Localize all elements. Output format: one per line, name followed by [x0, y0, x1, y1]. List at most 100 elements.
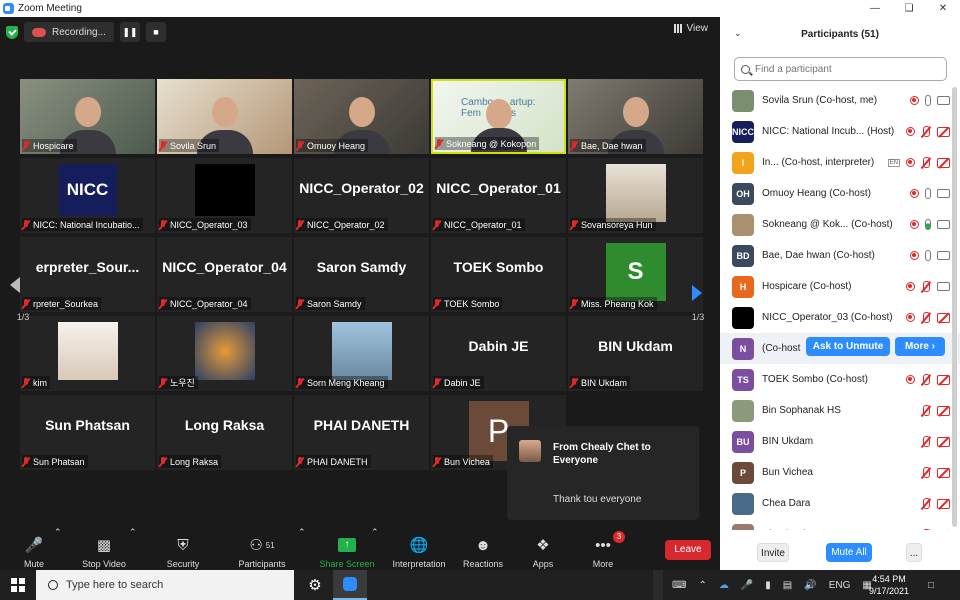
microphone-muted-icon[interactable]	[921, 466, 931, 479]
participant-search[interactable]	[734, 57, 947, 81]
language-indicator[interactable]: ENG	[829, 580, 851, 591]
video-tile[interactable]: Long Raksa Long Raksa	[157, 395, 292, 470]
microphone-muted-icon[interactable]	[921, 280, 931, 293]
video-tile[interactable]: Omuoy Heang	[294, 79, 429, 154]
windows-start-icon[interactable]	[11, 578, 25, 592]
microphone-icon[interactable]	[925, 188, 931, 199]
mute-button[interactable]: 🎤 Mute	[16, 527, 52, 570]
next-page-arrow-icon[interactable]	[692, 285, 702, 301]
video-tile[interactable]: Saron Samdy Saron Samdy	[294, 237, 429, 312]
participant-row[interactable]: H Hospicare (Co-host)	[720, 271, 960, 302]
video-camera-off-icon[interactable]	[937, 467, 950, 478]
tray-chevron-icon[interactable]: ⌃	[698, 580, 706, 591]
leave-button[interactable]: Leave	[665, 540, 711, 560]
participant-row[interactable]: I In... (Co-host, interpreter) EN	[720, 147, 960, 178]
view-button[interactable]: View	[673, 23, 708, 34]
video-tile[interactable]: TOEK Sombo TOEK Sombo	[431, 237, 566, 312]
microphone-icon[interactable]	[925, 95, 931, 106]
apps-button[interactable]: ❖ Apps	[528, 527, 558, 570]
previous-page-arrow-icon[interactable]	[10, 277, 20, 293]
video-camera-off-icon[interactable]	[937, 405, 950, 416]
participant-search-input[interactable]	[755, 63, 935, 75]
video-tile[interactable]: erpreter_Sour... rpreter_Sourkea	[20, 237, 155, 312]
notification-center-icon[interactable]: □	[928, 570, 934, 600]
video-tile[interactable]: Sovila Srun	[157, 79, 292, 154]
video-tile[interactable]: NICC_Operator_04 NICC_Operator_04	[157, 237, 292, 312]
participants-button[interactable]: ⚇ 51 Participants	[234, 527, 290, 570]
video-tile[interactable]: NICC_Operator_02 NICC_Operator_02	[294, 158, 429, 233]
microphone-muted-icon[interactable]	[921, 311, 931, 324]
reactions-button[interactable]: ☻ Reactions	[460, 527, 506, 570]
taskbar-search[interactable]: Type here to search	[36, 570, 294, 600]
collapse-chevron-icon[interactable]: ⌄	[734, 28, 742, 39]
video-tile[interactable]: NICC_Operator_03	[157, 158, 292, 233]
video-camera-off-icon[interactable]	[937, 126, 950, 137]
video-camera-off-icon[interactable]	[937, 498, 950, 509]
ask-to-unmute-button[interactable]: Ask to Unmute	[806, 337, 890, 356]
interpretation-button[interactable]: 🌐 Interpretation	[388, 527, 450, 570]
invite-button[interactable]: Invite	[757, 543, 789, 562]
volume-icon[interactable]: 🔊	[804, 580, 816, 591]
chat-notification[interactable]: From Chealy Chet to Everyone Thank tou e…	[507, 426, 699, 520]
pause-recording-button[interactable]: ❚❚	[119, 22, 140, 42]
share-screen-button[interactable]: ↑ Share Screen	[318, 527, 376, 570]
microphone-muted-icon[interactable]	[921, 156, 931, 169]
participant-row[interactable]: BD Bae, Dae hwan (Co-host)	[720, 240, 960, 271]
video-tile[interactable]: Dabin JE Dabin JE	[431, 316, 566, 391]
video-camera-icon[interactable]	[937, 282, 950, 291]
video-camera-off-icon[interactable]	[937, 529, 950, 530]
participant-row[interactable]: NICC_Operator_03 (Co-host)	[720, 302, 960, 333]
video-camera-off-icon[interactable]	[937, 374, 950, 385]
microphone-muted-icon[interactable]	[921, 373, 931, 386]
microphone-muted-icon[interactable]	[921, 528, 931, 530]
participant-row[interactable]: NICC NICC: National Incub... (Host)	[720, 116, 960, 147]
audio-options-caret[interactable]: ⌃	[54, 527, 62, 570]
video-tile[interactable]: PHAI DANETH PHAI DANETH	[294, 395, 429, 470]
participant-row[interactable]: N (Co-host Ask to Unmute More ›	[720, 333, 960, 364]
microphone-muted-icon[interactable]	[921, 435, 931, 448]
stop-recording-button[interactable]: ■	[145, 22, 166, 42]
participant-row[interactable]: Chealy Chet	[720, 519, 960, 530]
video-tile[interactable]: Cambo artup: Fem OsSokneang @ Kokopon	[431, 79, 566, 154]
restore-button[interactable]: ❏	[892, 0, 926, 17]
video-tile[interactable]: Sovansoreya Hun	[568, 158, 703, 233]
video-tile[interactable]: kim	[20, 316, 155, 391]
video-camera-icon[interactable]	[937, 220, 950, 229]
video-tile[interactable]: Bae, Dae hwan	[568, 79, 703, 154]
system-clock[interactable]: 4:54 PM 9/17/2021	[866, 573, 912, 597]
participant-row[interactable]: P Bun Vichea	[720, 457, 960, 488]
onedrive-cloud-icon[interactable]: ☁	[719, 580, 729, 591]
panel-more-button[interactable]: ...	[906, 543, 922, 562]
video-tile[interactable]: BIN Ukdam BIN Ukdam	[568, 316, 703, 391]
mute-all-button[interactable]: Mute All	[826, 543, 872, 562]
tray-microphone-icon[interactable]: 🎤	[741, 580, 753, 591]
video-camera-icon[interactable]	[937, 96, 950, 105]
keyboard-icon[interactable]: ⌨	[672, 580, 686, 591]
video-options-caret[interactable]: ⌃	[129, 527, 137, 570]
zoom-app[interactable]	[333, 570, 367, 600]
video-tile[interactable]: Sun Phatsan Sun Phatsan	[20, 395, 155, 470]
security-button[interactable]: ⛨ Security	[162, 527, 204, 570]
battery-icon[interactable]: ▮	[765, 580, 771, 591]
microphone-icon[interactable]	[925, 250, 931, 261]
video-tile[interactable]: Sorn Meng Kheang	[294, 316, 429, 391]
video-camera-icon[interactable]	[937, 189, 950, 198]
microphone-muted-icon[interactable]	[921, 125, 931, 138]
microphone-muted-icon[interactable]	[921, 404, 931, 417]
video-camera-icon[interactable]	[937, 251, 950, 260]
video-tile[interactable]: 노우진	[157, 316, 292, 391]
participant-row[interactable]: BU BIN Ukdam	[720, 426, 960, 457]
microphone-speaking-icon[interactable]	[925, 219, 931, 230]
close-button[interactable]: ✕	[926, 0, 960, 17]
video-tile[interactable]: NICC NICC: National Incubatio...	[20, 158, 155, 233]
video-tile[interactable]: S Miss. Pheang Kok	[568, 237, 703, 312]
participant-list-scrollbar[interactable]	[952, 87, 957, 527]
stop-video-button[interactable]: ▩ Stop Video	[78, 527, 130, 570]
participant-row[interactable]: Sokneang @ Kok... (Co-host)	[720, 209, 960, 240]
minimize-button[interactable]: —	[858, 0, 892, 17]
network-icon[interactable]: ▤	[783, 580, 792, 591]
video-tile[interactable]: Hospicare	[20, 79, 155, 154]
participant-row[interactable]: Bin Sophanak HS	[720, 395, 960, 426]
video-camera-off-icon[interactable]	[937, 157, 950, 168]
participant-row[interactable]: OH Omuoy Heang (Co-host)	[720, 178, 960, 209]
